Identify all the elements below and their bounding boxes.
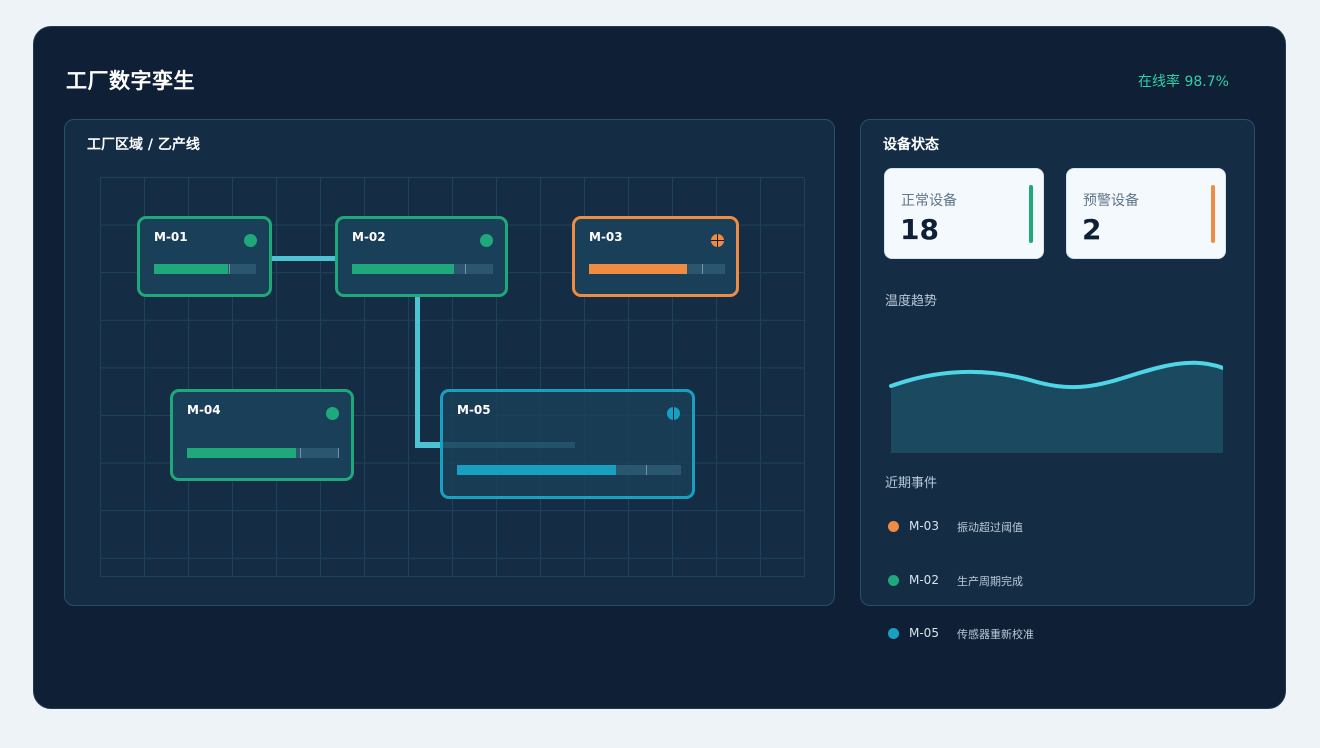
status-dot-icon [480,234,493,247]
event-machine-id: M-03 [909,519,939,533]
progress-bar [457,465,681,475]
status-dot-icon [244,234,257,247]
floor-title: 工厂区域 / 乙产线 [87,137,200,153]
digital-twin-dashboard: 工厂数字孪生 在线率 98.7% 工厂区域 / 乙产线 M-01 M-02 M- [33,26,1286,709]
stat-value: 2 [1082,213,1102,246]
machine-card-m03[interactable]: M-03 [572,216,739,297]
event-text: 振动超过阈值 [957,521,1023,534]
event-dot-icon [888,628,899,639]
temperature-trend-chart [889,360,1223,453]
progress-fill [187,448,297,458]
machine-id: M-05 [457,403,491,417]
event-dot-icon [888,575,899,586]
progress-bar [589,264,725,274]
status-panel-title: 设备状态 [883,137,939,153]
machine-card-m04[interactable]: M-04 [170,389,354,481]
recent-events-label: 近期事件 [885,476,938,491]
status-dot-icon [326,407,339,420]
machine-card-m05[interactable]: M-05 [440,389,695,499]
machine-id: M-02 [352,230,386,244]
event-text: 传感器重新校准 [957,628,1034,641]
machine-card-m02[interactable]: M-02 [335,216,508,297]
event-dot-icon [888,521,899,532]
page-title: 工厂数字孪生 [66,69,195,93]
progress-bar [187,448,339,458]
factory-floor-panel: 工厂区域 / 乙产线 M-01 M-02 M-03 M-04 M-05 [64,119,835,606]
progress-fill [457,465,617,475]
device-status-panel: 设备状态 正常设备 18 预警设备 2 温度趋势 近期事件 M-03 振动超过阈… [860,119,1255,641]
progress-bar [154,264,256,274]
warning-dot-icon [711,234,724,247]
progress-fill [154,264,229,274]
stat-accent-bar [1211,185,1215,243]
stat-value: 18 [900,213,939,246]
stat-label: 正常设备 [901,193,957,209]
warning-devices-card: 预警设备 2 [1066,168,1226,259]
temperature-trend-label: 温度趋势 [885,294,938,309]
online-rate-status: 在线率 98.7% [1138,74,1229,90]
normal-devices-card: 正常设备 18 [884,168,1044,259]
sensor-dot-icon [667,407,680,420]
machine-id: M-04 [187,403,221,417]
trend-area [891,362,1223,453]
event-machine-id: M-02 [909,573,939,587]
machine-id: M-01 [154,230,188,244]
machine-id: M-03 [589,230,623,244]
progress-bar [352,264,493,274]
event-text: 生产周期完成 [957,575,1023,588]
event-machine-id: M-05 [909,626,939,640]
progress-fill [352,264,454,274]
stat-label: 预警设备 [1083,193,1139,209]
stat-accent-bar [1029,185,1033,243]
machine-card-m01[interactable]: M-01 [137,216,272,297]
progress-fill [589,264,687,274]
